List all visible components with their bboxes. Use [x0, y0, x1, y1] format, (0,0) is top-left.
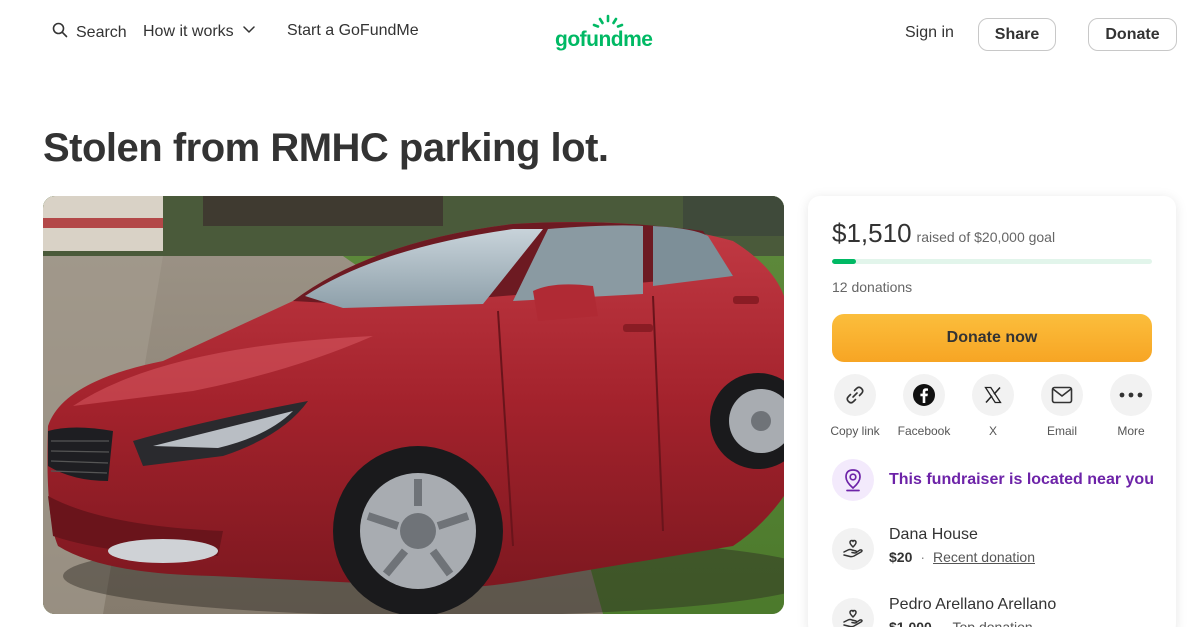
- facebook-icon: [903, 374, 945, 416]
- page-title: Stolen from RMHC parking lot.: [43, 126, 609, 170]
- heart-hand-icon: [832, 528, 874, 570]
- donations-count: 12 donations: [832, 279, 913, 295]
- copy-link-button[interactable]: Copy link: [820, 374, 890, 438]
- donation-item: Pedro Arellano Arellano $1,000 · Top don…: [832, 592, 1162, 627]
- location-notice-text: This fundraiser is located near you: [889, 471, 1154, 488]
- x-share-button[interactable]: X: [958, 374, 1028, 438]
- search-label: Search: [76, 23, 127, 41]
- share-options: Copy link Facebook X Email More: [820, 374, 1170, 444]
- header-share-button[interactable]: Share: [978, 18, 1056, 51]
- goal-text: raised of $20,000 goal: [916, 229, 1056, 245]
- search-link[interactable]: Search: [52, 22, 127, 43]
- raised-summary: $1,510 raised of $20,000 goal: [832, 218, 1055, 249]
- separator-dot: ·: [939, 619, 945, 627]
- separator-dot: ·: [920, 549, 926, 565]
- share-label: Copy link: [830, 424, 880, 438]
- more-icon: [1110, 374, 1152, 416]
- how-it-works-menu[interactable]: How it works: [143, 22, 256, 41]
- campaign-hero-image[interactable]: [43, 196, 784, 614]
- recent-donation-link[interactable]: Recent donation: [933, 549, 1035, 565]
- chevron-down-icon: [242, 22, 256, 41]
- logo-text: gofundme: [555, 28, 653, 51]
- donation-amount: $20: [889, 549, 913, 565]
- more-share-button[interactable]: More: [1096, 374, 1166, 438]
- share-label: X: [988, 424, 997, 438]
- x-icon: [972, 374, 1014, 416]
- donor-name: Dana House: [889, 526, 978, 543]
- start-gofundme-label: Start a GoFundMe: [287, 22, 419, 39]
- donation-summary-card: $1,510 raised of $20,000 goal 12 donatio…: [808, 196, 1176, 627]
- heart-hand-icon: [832, 598, 874, 627]
- start-gofundme-link[interactable]: Start a GoFundMe: [287, 22, 419, 40]
- how-it-works-label: How it works: [143, 22, 234, 40]
- location-notice: This fundraiser is located near you: [832, 459, 1162, 501]
- share-label: Email: [1046, 424, 1077, 438]
- share-label: Facebook: [897, 424, 951, 438]
- search-icon: [52, 22, 68, 43]
- email-share-button[interactable]: Email: [1027, 374, 1097, 438]
- sign-in-link[interactable]: Sign in: [905, 24, 954, 42]
- donor-name: Pedro Arellano Arellano: [889, 596, 1057, 613]
- facebook-share-button[interactable]: Facebook: [889, 374, 959, 438]
- top-donation-link[interactable]: Top donation: [953, 619, 1033, 627]
- progress-bar-fill: [832, 259, 857, 264]
- donate-now-button[interactable]: Donate now: [832, 314, 1152, 362]
- gofundme-logo[interactable]: gofundme: [555, 14, 665, 54]
- donation-item: Dana House $20 · Recent donation: [832, 522, 1162, 570]
- header-donate-button[interactable]: Donate: [1088, 18, 1177, 51]
- location-pin-icon: [832, 459, 874, 501]
- share-label: More: [1117, 424, 1145, 438]
- red-sedan-photo: [43, 196, 784, 614]
- progress-bar: [832, 259, 1152, 264]
- link-icon: [834, 374, 876, 416]
- email-icon: [1041, 374, 1083, 416]
- top-nav: Search How it works Start a GoFundMe gof…: [0, 0, 1200, 68]
- raised-amount: $1,510: [832, 218, 912, 248]
- donation-amount: $1,000: [889, 619, 932, 627]
